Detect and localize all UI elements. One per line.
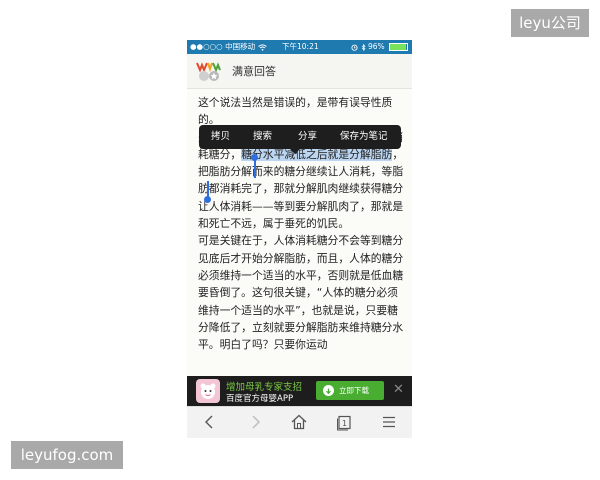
app-ad-banner[interactable]: 增加母乳专家支招 百度官方母婴APP 立即下载 ✕ bbox=[187, 376, 412, 406]
paragraph-1: 这个说法当然是错误的，是带有误导性质的。 bbox=[198, 96, 393, 127]
save-note-menu-item[interactable]: 保存为笔记 bbox=[340, 125, 388, 149]
browser-toolbar: 1 bbox=[187, 406, 412, 438]
selected-text[interactable]: 糖分水平减低之后就是分解脂肪 bbox=[241, 147, 393, 161]
download-button-label: 立即下载 bbox=[339, 386, 369, 395]
back-icon[interactable] bbox=[201, 413, 219, 431]
search-menu-item[interactable]: 搜索 bbox=[253, 125, 272, 149]
download-now-button[interactable]: 立即下载 bbox=[316, 381, 384, 400]
home-icon[interactable] bbox=[290, 413, 308, 431]
bluetooth-icon bbox=[361, 43, 366, 51]
header-title: 满意回答 bbox=[232, 65, 276, 78]
battery-icon bbox=[389, 43, 408, 51]
status-bar: ●●○○○ 中国移动 下午10:21 96% bbox=[187, 40, 412, 54]
ad-subtitle: 百度官方母婴APP bbox=[226, 394, 294, 404]
phone-screen: ●●○○○ 中国移动 下午10:21 96% 满意回答 这个说法当然是错误的，是… bbox=[187, 40, 412, 438]
answer-header: 满意回答 bbox=[187, 54, 412, 89]
status-right: 96% bbox=[351, 40, 408, 54]
forward-icon[interactable] bbox=[246, 413, 264, 431]
baby-app-icon bbox=[196, 379, 220, 403]
share-menu-item[interactable]: 分享 bbox=[298, 125, 317, 149]
copy-menu-item[interactable]: 拷贝 bbox=[211, 125, 230, 149]
carrier-label: ●●○○○ 中国移动 bbox=[190, 40, 267, 54]
menu-icon[interactable] bbox=[380, 413, 398, 431]
alarm-icon bbox=[351, 44, 358, 51]
menu-pointer bbox=[290, 149, 300, 154]
tabs-icon[interactable]: 1 bbox=[335, 413, 353, 431]
close-icon[interactable]: ✕ bbox=[393, 383, 404, 397]
svg-text:1: 1 bbox=[342, 419, 347, 428]
battery-percent: 96% bbox=[367, 42, 385, 51]
ad-headline: 增加母乳专家支招 bbox=[226, 382, 303, 393]
satisfied-answer-badge-icon bbox=[196, 62, 221, 81]
paragraph-3: 可是关键在于，人体消耗糖分不会等到糖分见底后才开始分解脂肪，而且，人体的糖分必须… bbox=[198, 234, 404, 352]
watermark-site: leyufog.com bbox=[11, 441, 123, 469]
selection-start-caret bbox=[254, 160, 256, 178]
watermark-company: leyu公司 bbox=[511, 9, 589, 37]
wifi-icon bbox=[257, 43, 267, 51]
baby-face-icon bbox=[200, 383, 216, 399]
text-selection-menu: 拷贝 搜索 分享 保存为笔记 bbox=[199, 125, 401, 149]
selection-end-handle[interactable] bbox=[204, 196, 211, 203]
status-time: 下午10:21 bbox=[282, 42, 319, 51]
download-icon bbox=[323, 385, 334, 396]
